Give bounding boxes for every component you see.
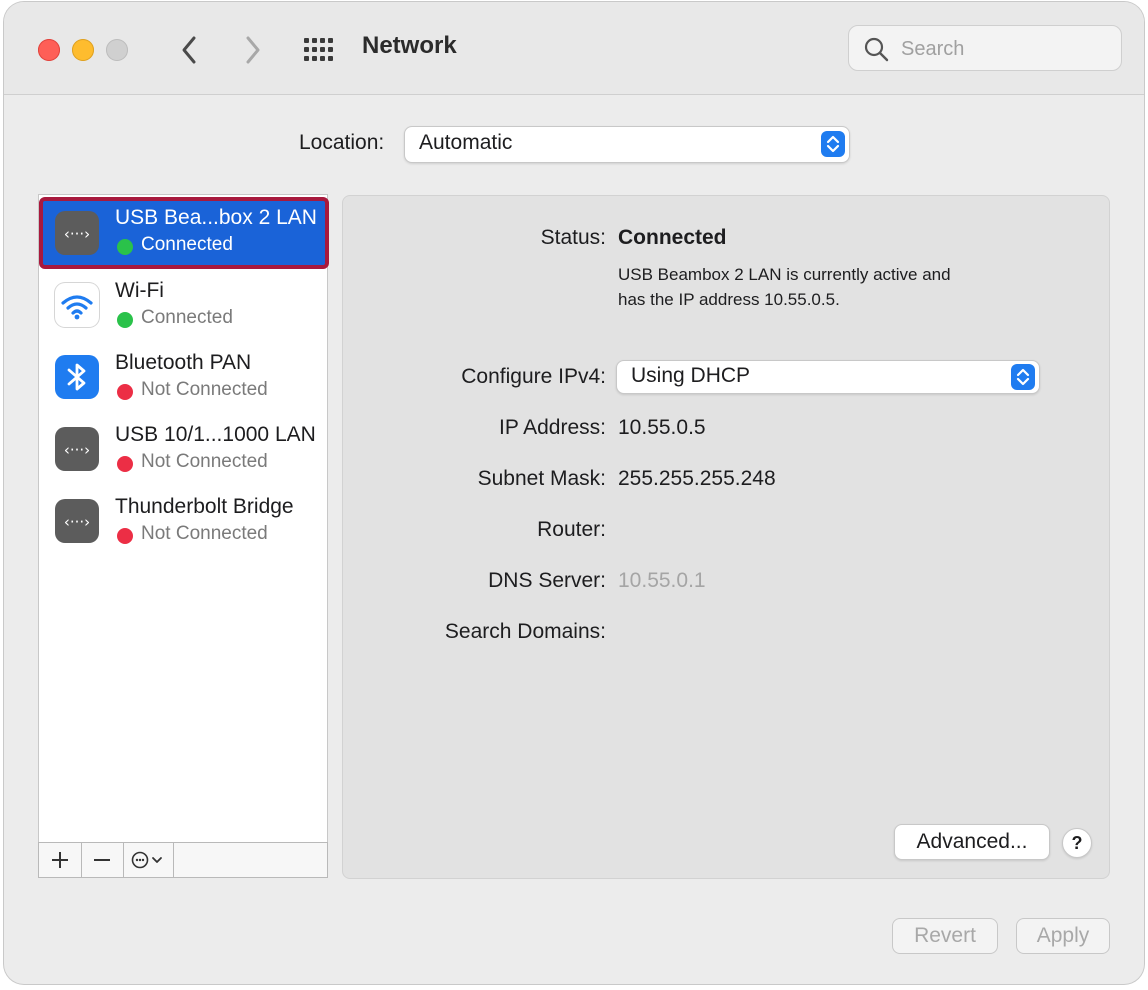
ip-address-value: 10.55.0.5 (618, 416, 706, 439)
advanced-button[interactable]: Advanced... (894, 824, 1050, 860)
zoom-window-button[interactable] (106, 39, 128, 61)
dns-server-value: 10.55.0.1 (618, 569, 706, 592)
ethernet-icon: ‹···› (55, 427, 99, 471)
wifi-icon (55, 283, 99, 327)
status-dot (117, 312, 133, 328)
search-field[interactable] (848, 25, 1122, 71)
location-popup-stepper (821, 131, 845, 157)
up-down-chevron-icon (826, 135, 840, 153)
minus-icon (94, 859, 110, 861)
service-status: Not Connected (141, 451, 268, 472)
status-dot (117, 239, 133, 255)
plus-icon (52, 852, 68, 868)
configure-ipv4-stepper (1011, 364, 1035, 390)
help-button[interactable]: ? (1062, 828, 1092, 858)
location-label: Location: (299, 131, 385, 154)
chevron-right-icon (246, 36, 260, 64)
ethernet-icon: ‹···› (55, 211, 99, 255)
configure-ipv4-label: Configure IPv4: (461, 365, 606, 388)
up-down-chevron-icon (1016, 368, 1030, 386)
service-status: Connected (141, 307, 233, 328)
grid-icon (304, 38, 333, 61)
location-value: Automatic (419, 131, 513, 154)
service-name: Wi-Fi (115, 279, 164, 302)
search-domains-label: Search Domains: (444, 620, 606, 643)
service-actions-menu-button[interactable] (123, 843, 174, 877)
network-preferences-window: Network Location: Automatic ‹···› (4, 2, 1144, 984)
status-dot (117, 384, 133, 400)
apply-button[interactable]: Apply (1016, 918, 1110, 954)
more-options-icon (131, 851, 162, 869)
service-name: Bluetooth PAN (115, 351, 252, 374)
configure-ipv4-popup[interactable]: Using DHCP (616, 360, 1040, 394)
back-button[interactable] (172, 30, 208, 70)
status-dot (117, 528, 133, 544)
status-description-line-1: USB Beambox 2 LAN is currently active an… (618, 265, 951, 284)
status-value: Connected (618, 226, 727, 249)
show-all-button[interactable] (302, 36, 338, 64)
location-popup[interactable]: Automatic (404, 126, 850, 163)
search-icon (864, 37, 889, 62)
svg-text:‹···›: ‹···› (64, 441, 90, 459)
svg-text:‹···›: ‹···› (64, 225, 90, 243)
title-bar: Network (4, 2, 1144, 95)
router-label: Router: (537, 518, 606, 541)
ethernet-icon: ‹···› (55, 499, 99, 543)
configure-ipv4-value: Using DHCP (631, 364, 751, 387)
service-name: USB Bea...box 2 LAN (115, 206, 317, 229)
window-title: Network (362, 32, 457, 59)
subnet-mask-label: Subnet Mask: (477, 467, 606, 490)
service-name: Thunderbolt Bridge (115, 495, 294, 518)
service-list: ‹···› USB Bea...box 2 LAN Connected Wi-F… (38, 194, 329, 878)
ip-address-label: IP Address: (498, 416, 606, 439)
remove-service-button[interactable] (81, 843, 124, 877)
service-status: Not Connected (141, 379, 268, 400)
service-item-usb-10-1000-lan[interactable]: ‹···› USB 10/1...1000 LAN Not Connected (41, 415, 325, 483)
service-status: Connected (141, 234, 233, 255)
service-name: USB 10/1...1000 LAN (115, 423, 316, 446)
chevron-left-icon (182, 36, 196, 64)
bluetooth-icon (55, 355, 99, 399)
dns-server-label: DNS Server: (488, 569, 606, 592)
status-description-line-2: has the IP address 10.55.0.5. (618, 290, 840, 309)
status-dot (117, 456, 133, 472)
status-label: Status: (540, 226, 606, 249)
service-item-thunderbolt-bridge[interactable]: ‹···› Thunderbolt Bridge Not Connected (41, 487, 325, 555)
service-item-wifi[interactable]: Wi-Fi Connected (41, 271, 325, 339)
forward-button[interactable] (234, 30, 270, 70)
svg-text:‹···›: ‹···› (64, 513, 90, 531)
minimize-window-button[interactable] (72, 39, 94, 61)
add-service-button[interactable] (39, 843, 82, 877)
revert-button[interactable]: Revert (892, 918, 998, 954)
service-item-bluetooth-pan[interactable]: Bluetooth PAN Not Connected (41, 343, 325, 411)
subnet-mask-value: 255.255.255.248 (618, 467, 776, 490)
service-list-toolbar (38, 842, 328, 878)
search-input[interactable] (899, 34, 1113, 64)
close-window-button[interactable] (38, 39, 60, 61)
service-item-usb-beambox[interactable]: ‹···› USB Bea...box 2 LAN Connected (39, 197, 329, 269)
service-status: Not Connected (141, 523, 268, 544)
